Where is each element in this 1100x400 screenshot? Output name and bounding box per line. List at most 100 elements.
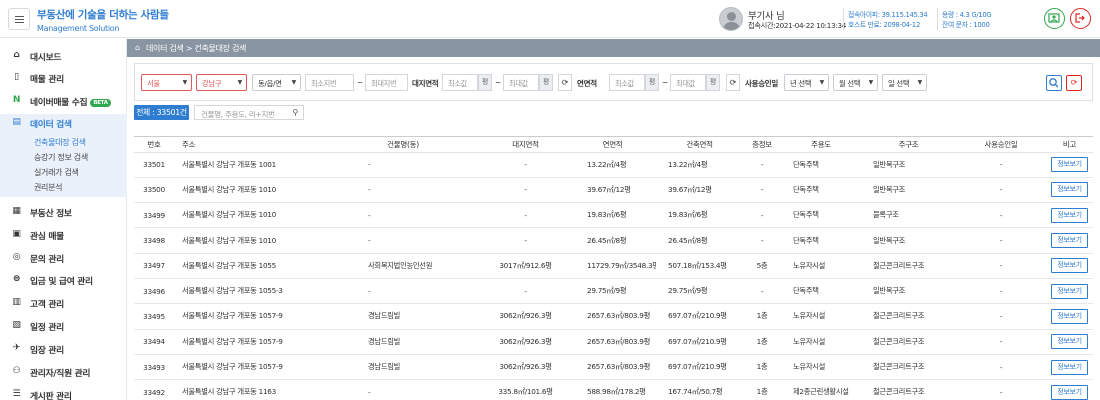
cell-note: 정보보기 — [1046, 278, 1093, 305]
car-icon: ✈ — [12, 343, 21, 353]
view-info-button[interactable]: 정보보기 — [1051, 359, 1088, 375]
avatar[interactable] — [719, 7, 743, 31]
brand-logo[interactable]: 부동산에 기술을 더하는 사람들 Management Solution — [37, 7, 169, 33]
cell-no: 33493 — [134, 354, 174, 381]
cell-approval-date: - — [956, 152, 1046, 178]
view-info-button[interactable]: 정보보기 — [1051, 258, 1088, 274]
cell-building-name: - — [324, 278, 482, 305]
search-input[interactable]: 건물명, 주용도, 리+지번 ⚲ — [194, 105, 304, 120]
cell-approval-date: - — [956, 227, 1046, 254]
range-separator: ~ — [662, 78, 668, 87]
dong-select[interactable]: 동/읍/면 ▼ — [252, 74, 301, 91]
cell-structure: 일반목구조 — [861, 177, 956, 204]
home-icon[interactable]: ⌂ — [135, 43, 140, 52]
reset-button[interactable]: ⟳ — [1066, 75, 1082, 91]
view-info-button[interactable]: 정보보기 — [1051, 334, 1088, 350]
year-select-value: 년 선택 — [790, 79, 812, 88]
cell-structure: 철근콘크리트구조 — [861, 303, 956, 330]
sidebar-item-label: 게시판 관리 — [30, 392, 72, 400]
sidebar-item-label: 문의 관리 — [30, 255, 64, 265]
sidebar-sub-building-search[interactable]: 건축물대장 검색 — [34, 137, 86, 148]
cell-floor-area: 19.83㎡/6평 — [569, 202, 656, 229]
land-area-min-input[interactable]: 최소값 — [442, 74, 478, 91]
cell-building-area: 19.83㎡/6평 — [656, 202, 743, 229]
logout-button[interactable] — [1070, 8, 1091, 29]
floor-area-label: 연면적 — [577, 79, 597, 88]
search-icon[interactable]: ⚲ — [292, 108, 298, 117]
land-area-max-input[interactable]: 최대값 — [503, 74, 539, 91]
sidebar-sub-elevator-search[interactable]: 승강기 정보 검색 — [34, 152, 88, 163]
cell-land-area: 335.8㎡/101.6평 — [482, 379, 569, 400]
sidebar-item-naver-collect[interactable]: N 네이버매물 수집 BETA — [0, 92, 127, 110]
day-select[interactable]: 일 선택 ▼ — [882, 74, 927, 91]
cell-note: 정보보기 — [1046, 202, 1093, 229]
view-info-button[interactable]: 정보보기 — [1051, 207, 1088, 223]
sidebar-item-inquiry[interactable]: ◎ 문의 관리 — [0, 249, 127, 267]
table-row: 33495 서울특별시 강남구 개포동 1057-9 경남드림빌 3062㎡/926.… — [134, 303, 1093, 330]
sidebar-item-payment[interactable]: ⊜ 입금 및 급여 관리 — [0, 271, 127, 289]
calendar-icon: ▧ — [12, 320, 21, 330]
cell-building-name: 경남드림빌 — [324, 303, 482, 330]
floor-area-max-input[interactable]: 최대값 — [670, 74, 706, 91]
month-select[interactable]: 월 선택 ▼ — [833, 74, 878, 91]
cell-note: 정보보기 — [1046, 303, 1093, 330]
min-jibun-input[interactable]: 최소지번 — [305, 74, 354, 91]
cell-structure: 일반목구조 — [861, 227, 956, 254]
chevron-down-icon: ▼ — [182, 79, 188, 86]
chevron-down-icon: ▼ — [819, 79, 825, 86]
city-select[interactable]: 서울 ▼ — [141, 74, 192, 91]
money-icon: ⊜ — [12, 274, 21, 284]
sidebar-item-board[interactable]: ☰ 게시판 관리 — [0, 386, 127, 400]
view-info-button[interactable]: 정보보기 — [1051, 283, 1088, 299]
sidebar-item-label: 관심 매물 — [30, 232, 64, 242]
refresh-icon[interactable]: ⟳ — [726, 74, 740, 91]
sidebar-item-data-search[interactable]: ▤ 데이터 검색 — [0, 114, 127, 132]
sidebar-item-listings[interactable]: ▯ 매물 관리 — [0, 69, 127, 87]
sidebar-item-customers[interactable]: ▥ 고객 관리 — [0, 294, 127, 312]
cell-floor-area: 2657.63㎡/803.9평 — [569, 354, 656, 381]
view-info-button[interactable]: 정보보기 — [1051, 233, 1088, 249]
sidebar-item-schedule[interactable]: ▧ 일정 관리 — [0, 317, 127, 335]
district-select-value: 강남구 — [202, 79, 222, 88]
breadcrumb: ⌂ 데이터 검색 > 건축물대장 검색 — [127, 39, 1100, 57]
cell-building-area: 697.07㎡/210.9평 — [656, 329, 743, 355]
sidebar-item-interest[interactable]: ▣ 관심 매물 — [0, 226, 127, 244]
cell-building-name: 경남드림빌 — [324, 354, 482, 381]
sidebar-sub-rights-analysis[interactable]: 권리분석 — [34, 182, 63, 193]
cell-address: 서울특별시 강남구 개포동 1057-9 — [174, 329, 324, 355]
cell-no: 33492 — [134, 379, 174, 400]
table-row: 33496 서울특별시 강남구 개포동 1055-3- -29.75㎡/9평 29.7… — [134, 278, 1093, 305]
sidebar-sub-transaction-search[interactable]: 실거래가 검색 — [34, 167, 79, 178]
year-select[interactable]: 년 선택 ▼ — [784, 74, 829, 91]
view-info-button[interactable]: 정보보기 — [1051, 182, 1088, 198]
cell-note: 정보보기 — [1046, 329, 1093, 355]
unit-label: 평 — [478, 74, 492, 91]
cell-land-area: - — [482, 202, 569, 229]
cell-land-area: 3062㎡/926.3평 — [482, 303, 569, 330]
sidebar-item-realestate-info[interactable]: ▦ 부동산 정보 — [0, 203, 127, 221]
cell-address: 서울특별시 강남구 개포동 1010 — [174, 177, 324, 204]
max-jibun-input[interactable]: 최대지번 — [365, 74, 408, 91]
col-header-approval-date: 사용승인일 — [956, 137, 1046, 153]
view-info-button[interactable]: 정보보기 — [1051, 308, 1088, 324]
cell-address: 서울특별시 강남구 개포동 1010 — [174, 202, 324, 229]
cell-floor-area: 11729.79㎡/3548.3평 — [569, 253, 656, 279]
col-header-no: 번호 — [134, 137, 174, 153]
floor-area-min-input[interactable]: 최소값 — [609, 74, 645, 91]
usage-info: 용량 : 4.3 G/10G 잔여 문자 : 1000 — [942, 10, 992, 30]
refresh-icon[interactable]: ⟳ — [558, 74, 572, 91]
sidebar-item-site-visit[interactable]: ✈ 임장 관리 — [0, 340, 127, 358]
unit-label: 평 — [539, 74, 553, 91]
menu-toggle-button[interactable] — [8, 8, 30, 30]
view-info-button[interactable]: 정보보기 — [1051, 384, 1088, 400]
cell-main-use: 노유자시설 — [781, 303, 861, 330]
search-button[interactable] — [1046, 75, 1062, 91]
profile-button[interactable] — [1044, 8, 1065, 29]
sidebar-item-dashboard[interactable]: ⌂ 대시보드 — [0, 47, 127, 65]
chevron-down-icon: ▼ — [917, 79, 923, 86]
view-info-button[interactable]: 정보보기 — [1051, 157, 1088, 173]
capacity-info: 용량 : 4.3 G/10G — [942, 11, 992, 19]
district-select[interactable]: 강남구 ▼ — [196, 74, 247, 91]
cell-note: 정보보기 — [1046, 177, 1093, 204]
sidebar-item-staff[interactable]: ⚇ 관리자/직원 관리 — [0, 363, 127, 381]
